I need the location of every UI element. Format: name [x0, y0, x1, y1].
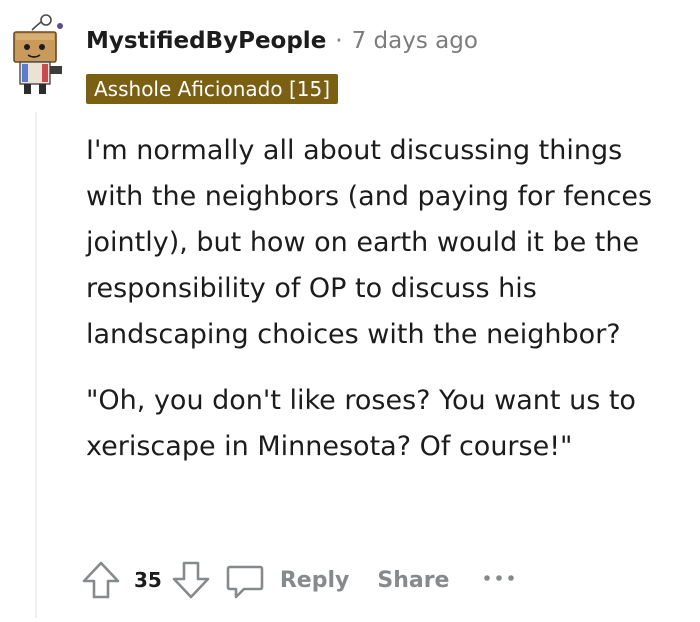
downvote-button[interactable] — [170, 559, 212, 601]
meta-separator: · — [335, 28, 343, 54]
share-button[interactable]: Share — [377, 568, 449, 593]
timestamp[interactable]: 7 days ago — [352, 28, 478, 54]
share-label: Share — [377, 567, 450, 593]
more-options-icon — [484, 575, 515, 581]
comment-header: MystifiedByPeople · 7 days ago — [86, 28, 478, 54]
reply-label: Reply — [279, 567, 350, 593]
reply-button[interactable]: Reply — [224, 559, 350, 601]
comment-paragraph: I'm normally all about discussing things… — [86, 135, 653, 350]
vote-count: 35 — [134, 568, 162, 592]
upvote-button[interactable] — [80, 559, 122, 601]
author-username[interactable]: MystifiedByPeople — [86, 28, 326, 54]
comment-body: I'm normally all about discussing things… — [86, 128, 686, 490]
comment-paragraph: "Oh, you don't like roses? You want us t… — [86, 385, 636, 462]
user-flair: Asshole Aficionado [15] — [86, 74, 338, 104]
more-options-button[interactable] — [481, 570, 517, 590]
action-bar: 35 Reply Share — [80, 556, 517, 604]
downvote-icon — [172, 561, 210, 599]
avatar[interactable] — [6, 12, 68, 98]
thread-line[interactable] — [35, 112, 37, 618]
upvote-icon — [82, 561, 120, 599]
comment-bubble-icon — [226, 565, 264, 599]
